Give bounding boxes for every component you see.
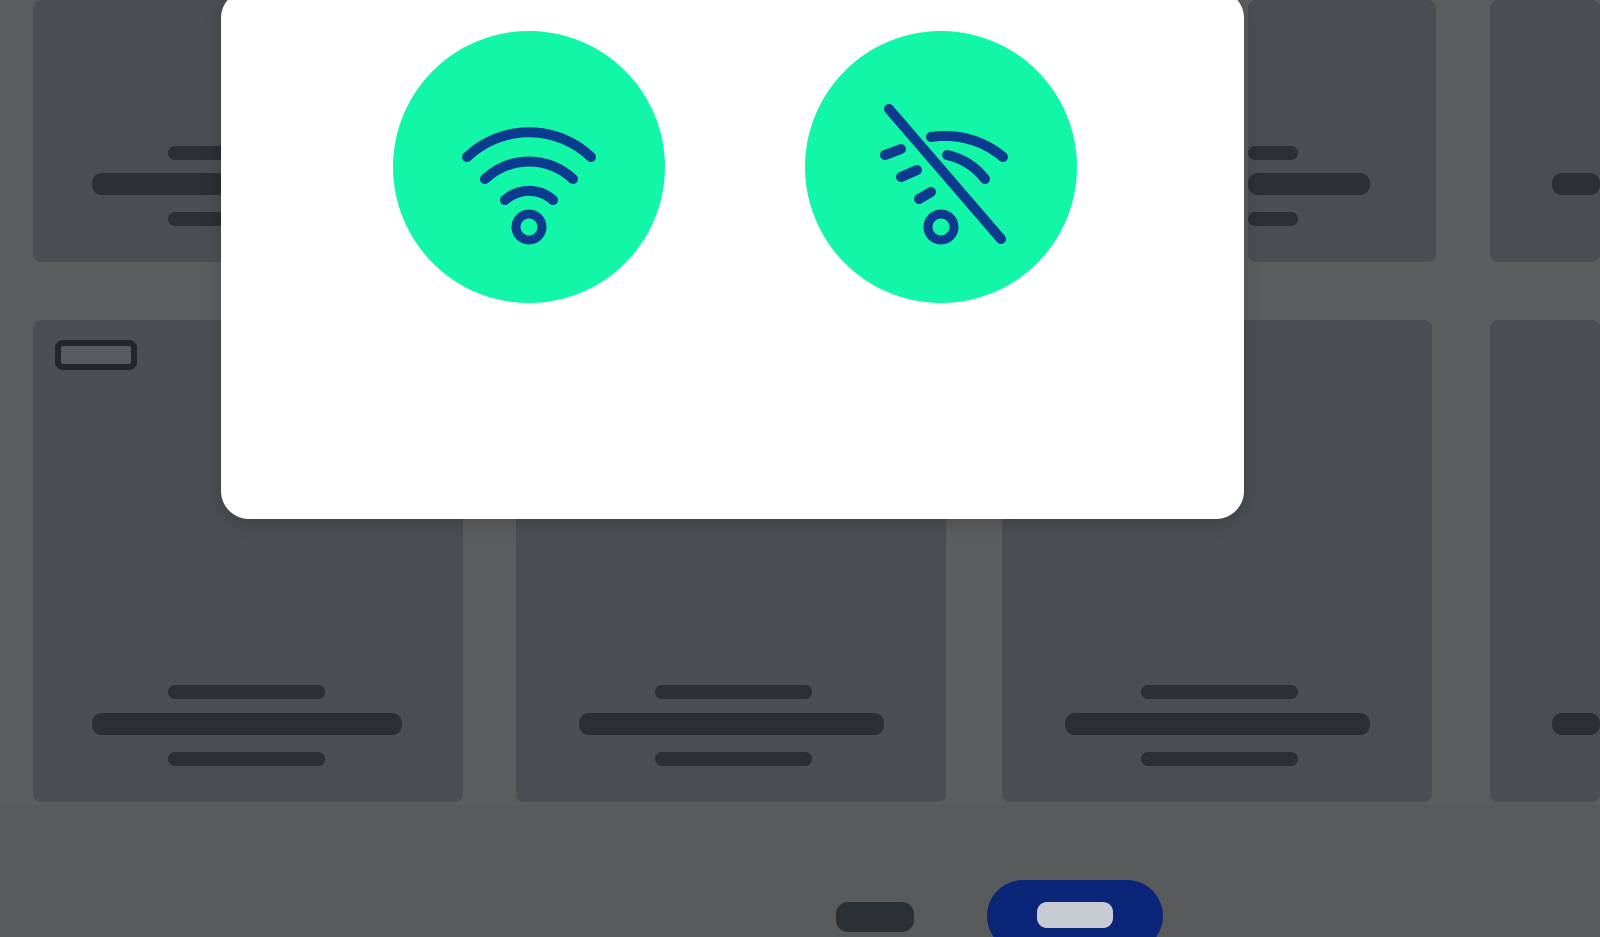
network-mode-modal — [221, 0, 1244, 519]
placeholder-line — [168, 685, 325, 699]
wifi-icon — [462, 127, 596, 245]
placeholder-line — [1552, 713, 1600, 735]
placeholder-line — [655, 685, 812, 699]
placeholder-line — [92, 713, 402, 735]
placeholder-line — [1248, 146, 1298, 160]
placeholder-line — [1141, 752, 1298, 766]
placeholder-line — [168, 212, 228, 226]
page-indicator-active-mark — [1037, 902, 1113, 928]
placeholder-line — [1248, 212, 1298, 226]
placeholder-line — [168, 146, 228, 160]
placeholder-line — [579, 713, 884, 735]
screen — [0, 0, 1600, 937]
placeholder-line — [655, 752, 812, 766]
placeholder-line — [92, 173, 228, 195]
wifi-off-icon — [880, 104, 1008, 245]
page-indicator-2-active[interactable] — [987, 880, 1163, 937]
placeholder-line — [1248, 173, 1370, 195]
placeholder-line — [1065, 713, 1370, 735]
page-indicator-1[interactable] — [836, 902, 914, 932]
pagination-bar — [0, 805, 1600, 937]
placeholder-line — [1552, 173, 1600, 195]
background-card — [1490, 0, 1600, 262]
background-tag — [55, 340, 137, 370]
online-option-button[interactable] — [393, 31, 665, 303]
placeholder-line — [168, 752, 325, 766]
placeholder-line — [1141, 685, 1298, 699]
offline-option-button[interactable] — [805, 31, 1077, 303]
